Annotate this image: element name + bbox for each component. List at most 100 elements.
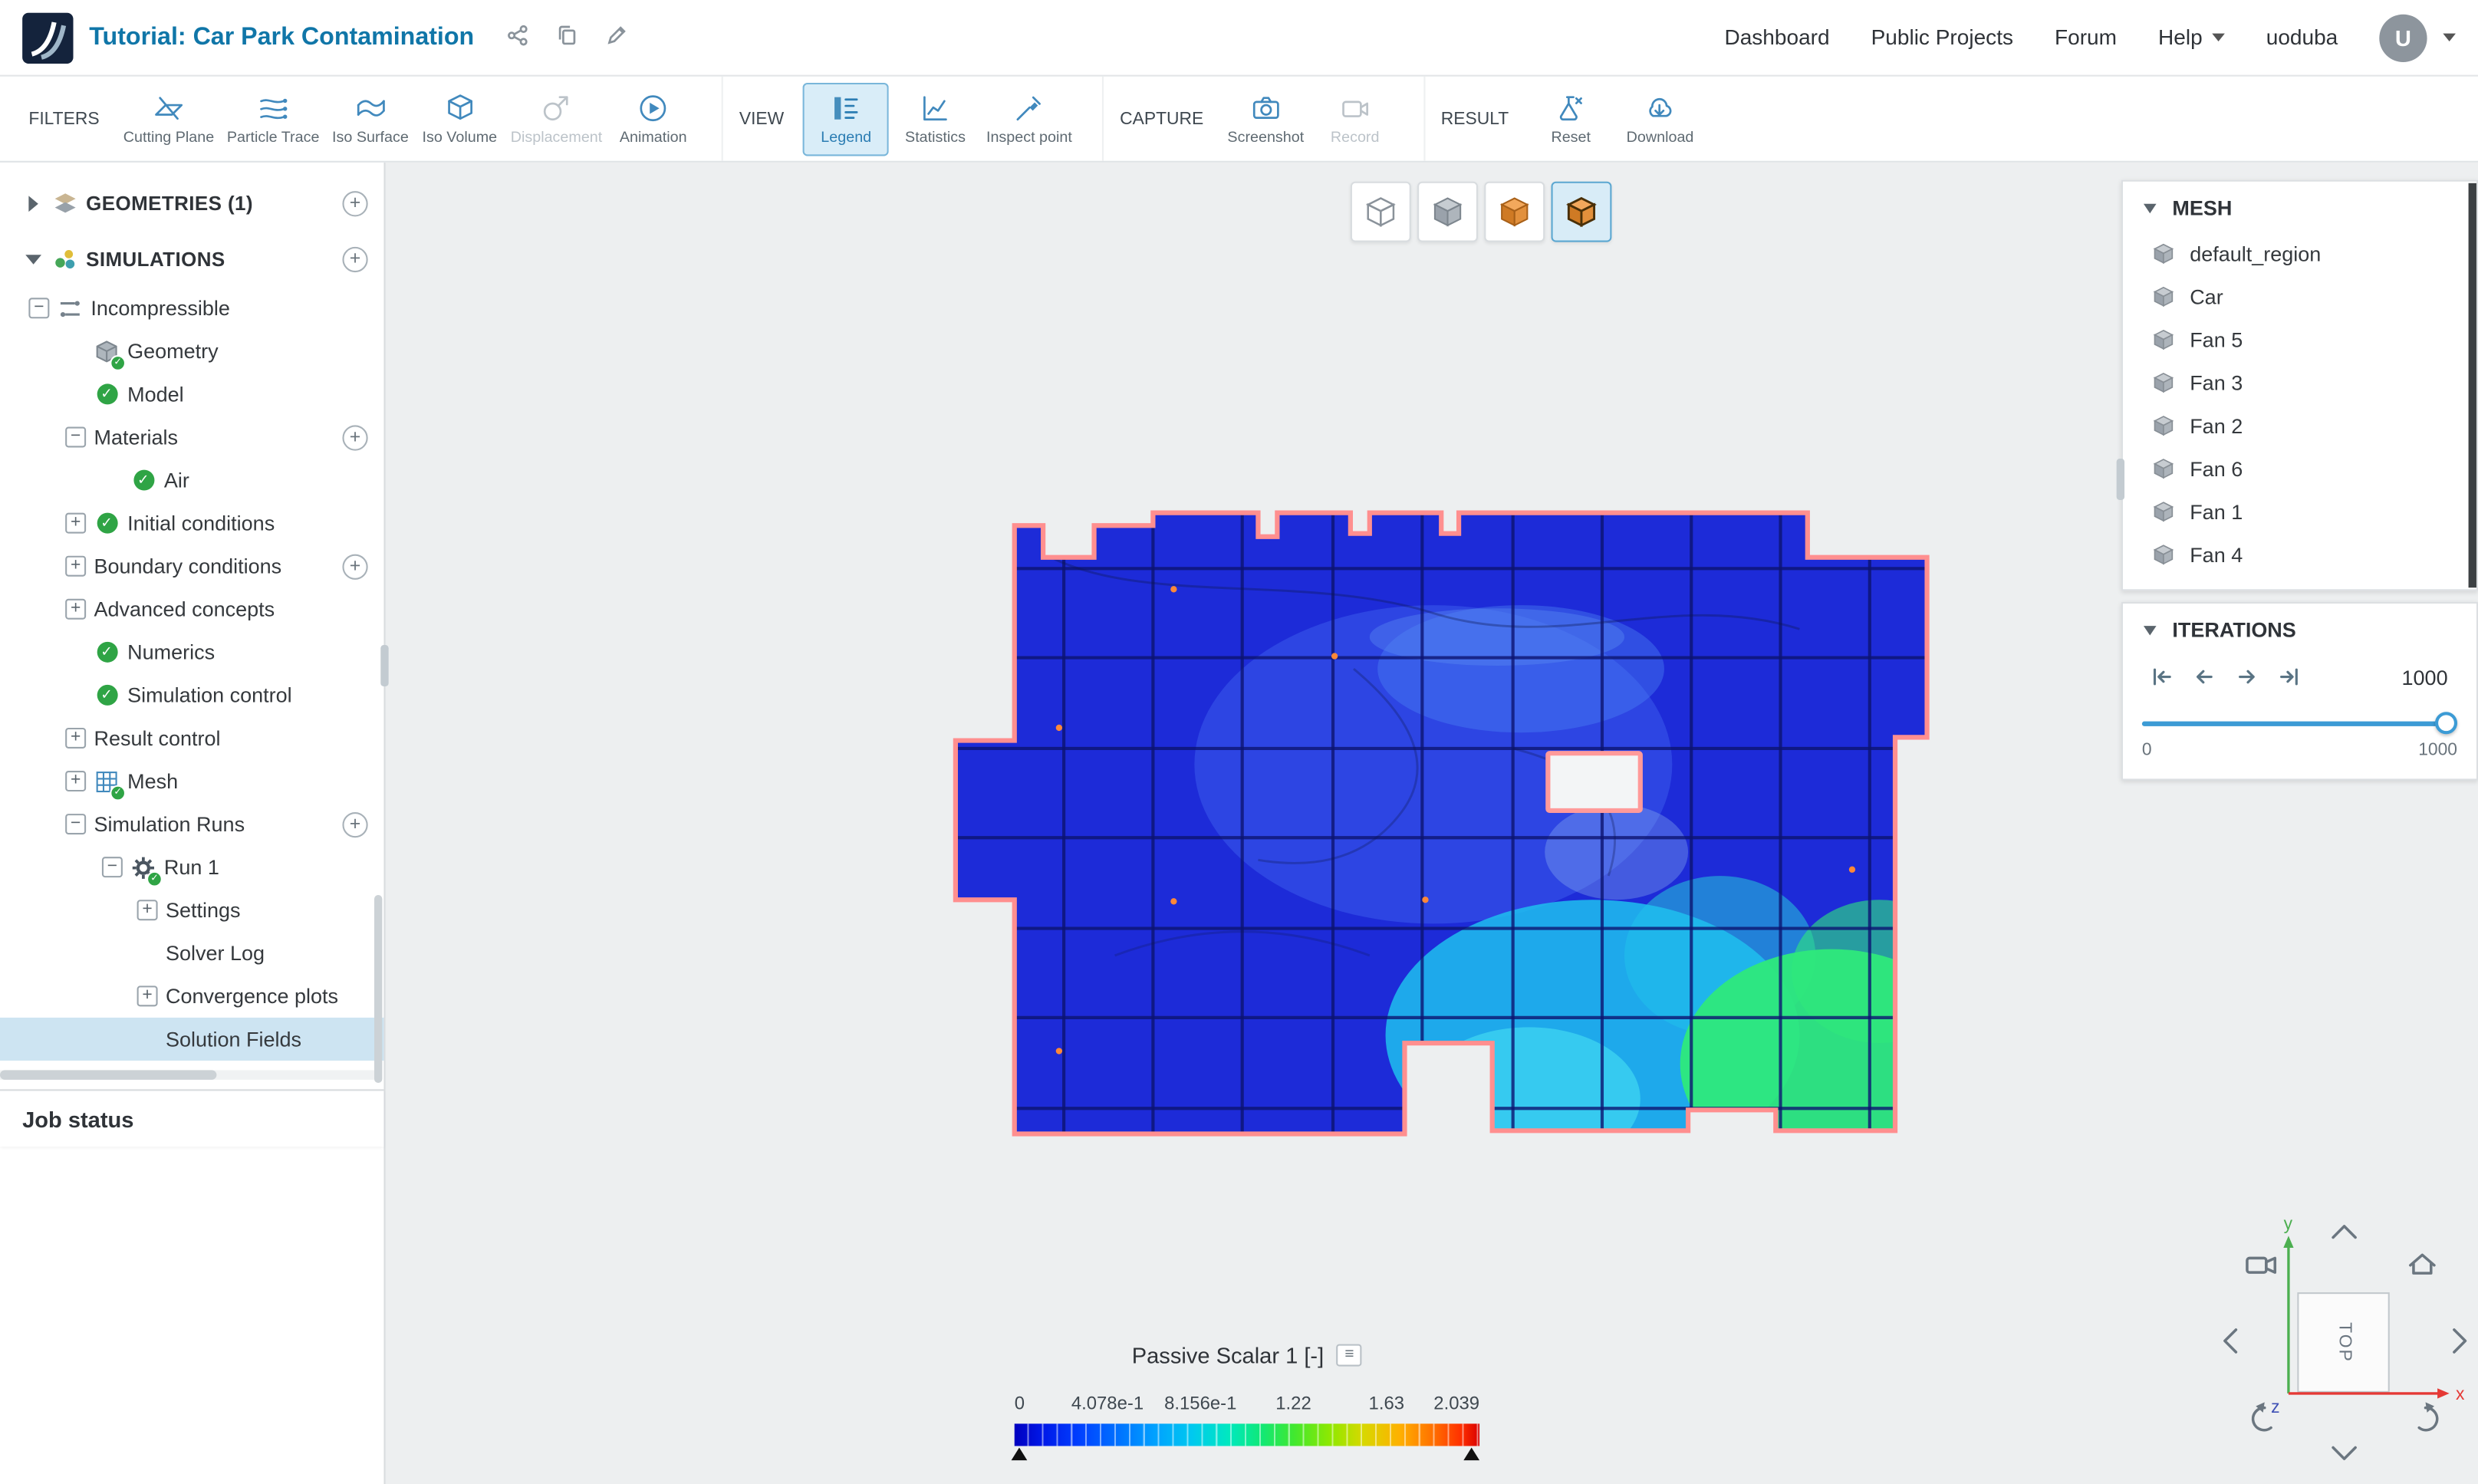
add-material-button[interactable] xyxy=(342,424,367,449)
nav-public-projects[interactable]: Public Projects xyxy=(1871,25,2013,49)
sidebar-horizontal-scrollbar[interactable] xyxy=(0,1070,374,1079)
tree-item-air[interactable]: Air xyxy=(0,459,383,502)
collapse-box-icon[interactable] xyxy=(65,427,86,448)
mesh-item-fan-2[interactable]: Fan 2 xyxy=(2123,404,2476,447)
camera-icon[interactable] xyxy=(2247,1258,2275,1272)
expand-box-icon[interactable] xyxy=(137,985,158,1006)
view-cube-top-face[interactable]: TOP xyxy=(2298,1293,2388,1392)
right-panel-splitter-handle[interactable] xyxy=(2117,459,2124,500)
iteration-slider[interactable] xyxy=(2142,712,2457,734)
nav-dashboard[interactable]: Dashboard xyxy=(1724,25,1829,49)
legend-range-marker-max[interactable] xyxy=(1463,1448,1479,1461)
tree-item-settings[interactable]: Settings xyxy=(0,889,383,932)
mesh-item-fan-6[interactable]: Fan 6 xyxy=(2123,447,2476,490)
mesh-item-fan-1[interactable]: Fan 1 xyxy=(2123,491,2476,534)
tree-item-numerics[interactable]: Numerics xyxy=(0,630,383,673)
orientation-gizmo[interactable]: TOP y x z xyxy=(2206,1210,2478,1481)
expand-box-icon[interactable] xyxy=(65,599,86,620)
iso-surface-button[interactable]: Iso Surface xyxy=(327,82,413,156)
tree-item-solution-fields[interactable]: Solution Fields xyxy=(0,1018,383,1061)
mesh-item-fan-4[interactable]: Fan 4 xyxy=(2123,534,2476,577)
tree-item-geometries[interactable]: GEOMETRIES (1) xyxy=(0,182,383,225)
tree-item-simulation-control[interactable]: Simulation control xyxy=(0,673,383,716)
tree-item-simulations[interactable]: SIMULATIONS xyxy=(0,237,383,280)
statistics-button[interactable]: Statistics xyxy=(892,82,978,156)
expand-box-icon[interactable] xyxy=(65,771,86,791)
expand-box-icon[interactable] xyxy=(137,900,158,920)
rotate-down-button[interactable] xyxy=(2333,1448,2355,1459)
render-mode-wireframe-button[interactable] xyxy=(1351,182,1411,242)
nav-forum[interactable]: Forum xyxy=(2055,25,2117,49)
collapse-box-icon[interactable] xyxy=(102,857,123,877)
tree-item-convergence-plots[interactable]: Convergence plots xyxy=(0,975,383,1018)
tree-item-advanced-concepts[interactable]: Advanced concepts xyxy=(0,587,383,630)
iteration-value[interactable]: 1000 xyxy=(2402,665,2461,689)
first-iteration-button[interactable] xyxy=(2139,660,2182,695)
render-mode-solid-edges-button[interactable] xyxy=(1552,182,1612,242)
tree-item-geometry[interactable]: Geometry xyxy=(0,330,383,373)
sidebar-vertical-scrollbar[interactable] xyxy=(374,895,382,1083)
collapse-box-icon[interactable] xyxy=(28,298,49,318)
legend-range-marker-min[interactable] xyxy=(1012,1448,1028,1461)
add-run-button[interactable] xyxy=(342,811,367,837)
slider-handle[interactable] xyxy=(2435,712,2457,734)
share-icon[interactable] xyxy=(506,24,528,51)
expand-box-icon[interactable] xyxy=(65,513,86,534)
download-button[interactable]: Download xyxy=(1617,82,1703,156)
copy-icon[interactable] xyxy=(555,24,578,51)
roll-clockwise-button[interactable] xyxy=(2419,1402,2437,1430)
mesh-item-fan-5[interactable]: Fan 5 xyxy=(2123,318,2476,361)
tree-item-boundary-conditions[interactable]: Boundary conditions xyxy=(0,545,383,587)
rotate-right-button[interactable] xyxy=(2454,1330,2466,1352)
legend-button[interactable]: Legend xyxy=(803,82,889,156)
mesh-panel-scrollbar[interactable] xyxy=(2469,183,2476,587)
reset-button[interactable]: Reset xyxy=(1528,82,1614,156)
roll-counterclockwise-button[interactable] xyxy=(2253,1402,2272,1430)
tree-item-result-control[interactable]: Result control xyxy=(0,716,383,759)
avatar[interactable]: U xyxy=(2379,14,2427,61)
mesh-item-car[interactable]: Car xyxy=(2123,275,2476,318)
tree-item-initial-conditions[interactable]: Initial conditions xyxy=(0,502,383,545)
last-iteration-button[interactable] xyxy=(2268,660,2311,695)
legend-menu-icon[interactable] xyxy=(1337,1344,1362,1367)
tree-item-mesh[interactable]: Mesh xyxy=(0,759,383,802)
app-logo-icon[interactable] xyxy=(22,12,73,63)
chevron-right-icon[interactable] xyxy=(25,195,41,211)
next-iteration-button[interactable] xyxy=(2225,660,2268,695)
iso-volume-button[interactable]: Iso Volume xyxy=(416,82,502,156)
tree-item-incompressible[interactable]: Incompressible xyxy=(0,287,383,330)
screenshot-button[interactable]: Screenshot xyxy=(1223,82,1308,156)
inspect-point-button[interactable]: Inspect point xyxy=(982,82,1077,156)
animation-button[interactable]: Animation xyxy=(610,82,696,156)
tree-item-solver-log[interactable]: Solver Log xyxy=(0,932,383,975)
chevron-down-icon[interactable] xyxy=(25,251,41,267)
rotate-up-button[interactable] xyxy=(2333,1226,2355,1238)
home-view-button[interactable] xyxy=(2411,1255,2434,1273)
particle-trace-button[interactable]: Particle Trace xyxy=(222,82,324,156)
tree-item-simulation-runs[interactable]: Simulation Runs xyxy=(0,803,383,846)
iterations-panel-header[interactable]: ITERATIONS xyxy=(2123,604,2476,654)
add-boundary-condition-button[interactable] xyxy=(342,554,367,579)
displacement-button[interactable]: Displacement xyxy=(506,82,607,156)
add-geometry-button[interactable] xyxy=(342,190,367,216)
render-mode-surfaces-button[interactable] xyxy=(1417,182,1478,242)
sidebar-splitter-handle[interactable] xyxy=(380,645,388,686)
expand-box-icon[interactable] xyxy=(65,728,86,749)
legend-colorbar[interactable] xyxy=(1015,1423,1479,1446)
cutting-plane-button[interactable]: Cutting Plane xyxy=(119,82,219,156)
previous-iteration-button[interactable] xyxy=(2182,660,2225,695)
record-button[interactable]: Record xyxy=(1312,82,1398,156)
3d-viewport[interactable]: MESH default_region Car Fan 5 Fan 3 Fan … xyxy=(386,163,2478,1484)
cfd-contour-view[interactable] xyxy=(953,502,1940,1139)
tree-item-run-1[interactable]: Run 1 xyxy=(0,846,383,889)
add-simulation-button[interactable] xyxy=(342,246,367,271)
user-menu[interactable]: U xyxy=(2379,14,2456,61)
rotate-left-button[interactable] xyxy=(2225,1330,2236,1352)
tree-item-model[interactable]: Model xyxy=(0,373,383,416)
nav-help[interactable]: Help xyxy=(2158,25,2225,49)
job-status-panel[interactable]: Job status xyxy=(0,1089,383,1147)
collapse-box-icon[interactable] xyxy=(65,814,86,834)
tree-item-materials[interactable]: Materials xyxy=(0,416,383,459)
mesh-item-fan-3[interactable]: Fan 3 xyxy=(2123,361,2476,404)
edit-pencil-icon[interactable] xyxy=(604,24,627,51)
